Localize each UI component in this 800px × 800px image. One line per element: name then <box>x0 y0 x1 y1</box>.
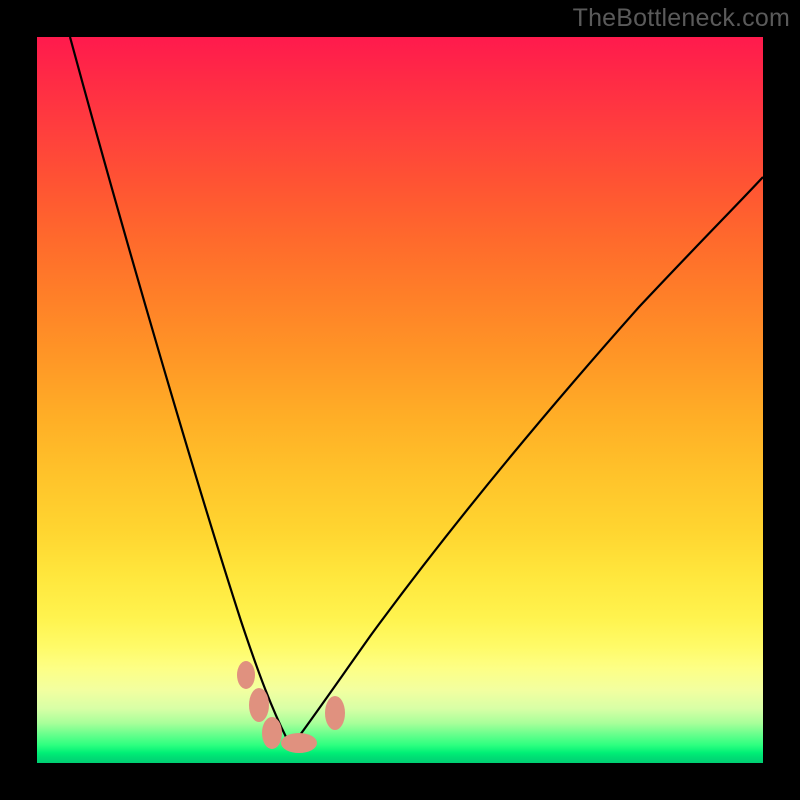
marker-dot <box>325 696 345 730</box>
marker-dot <box>237 661 255 689</box>
plot-area <box>37 37 763 763</box>
marker-dot <box>281 733 317 753</box>
chart-frame: TheBottleneck.com <box>0 0 800 800</box>
watermark-text: TheBottleneck.com <box>573 4 790 33</box>
bottleneck-curve <box>70 37 763 739</box>
marker-dot <box>249 688 269 722</box>
marker-dot <box>262 717 282 749</box>
curve-layer <box>37 37 763 763</box>
